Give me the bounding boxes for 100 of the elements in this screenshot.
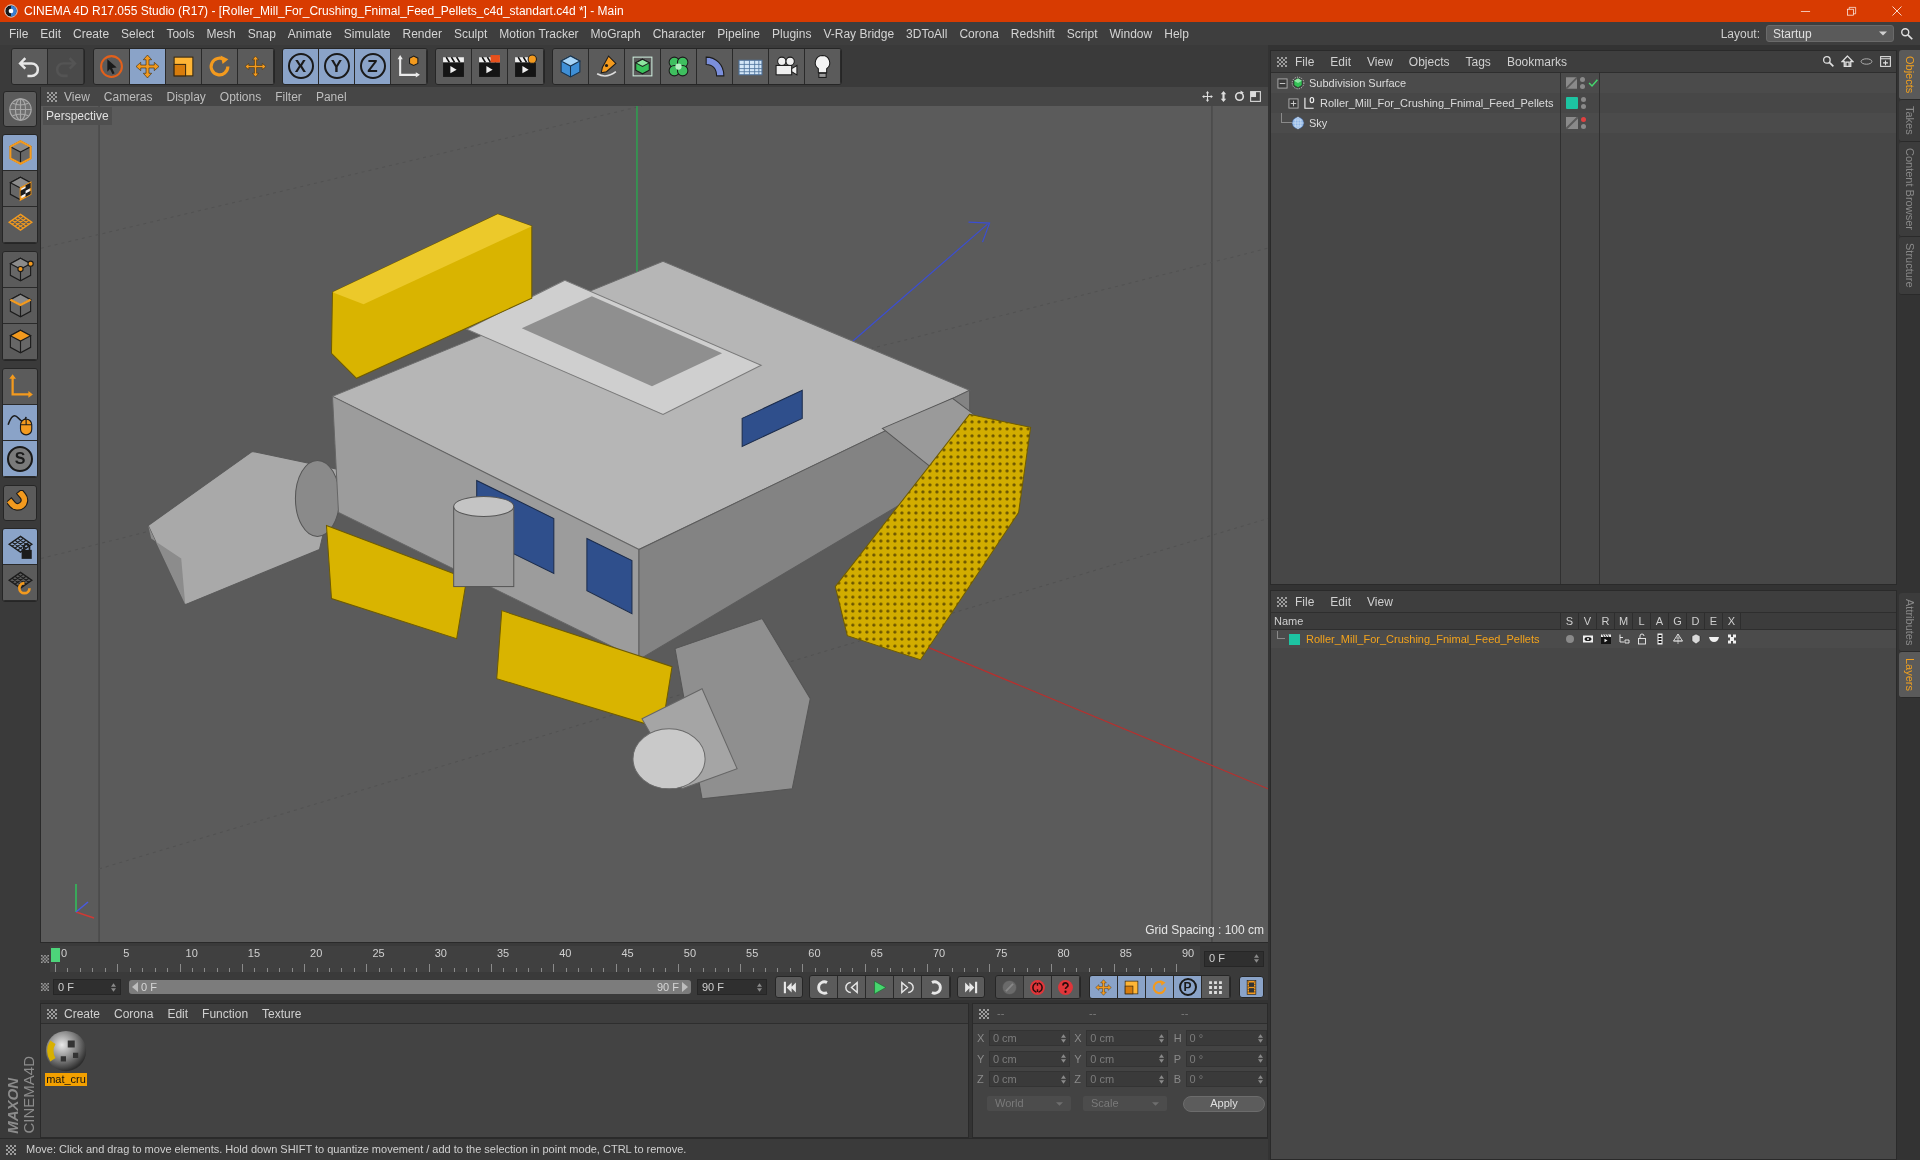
timeline-ruler[interactable]: 0 5 10 15 20 25 30 35 40 45 50 55 60 65 70 75 80 85 90 — [50, 945, 1200, 972]
axis-mode-button[interactable] — [3, 369, 37, 405]
undo-button[interactable] — [12, 48, 48, 84]
move-tool-button[interactable] — [130, 48, 166, 84]
menu-item[interactable]: Edit — [34, 24, 68, 43]
material-menu-item[interactable]: Edit — [160, 1004, 196, 1023]
previous-frame-button[interactable] — [838, 976, 866, 998]
solo-dot-icon[interactable] — [1564, 633, 1576, 645]
edges-mode-button[interactable] — [3, 288, 37, 324]
workplane-mode-button[interactable] — [3, 207, 37, 243]
layer-column-header[interactable]: X — [1723, 613, 1741, 629]
rotate-tool-button[interactable] — [202, 48, 238, 84]
close-icon[interactable] — [1891, 5, 1903, 17]
layer-column-header[interactable]: R — [1597, 613, 1615, 629]
menu-item[interactable]: Mesh — [200, 24, 242, 43]
layer-column-header[interactable]: S — [1561, 613, 1579, 629]
check-icon[interactable] — [1588, 78, 1599, 88]
maximize-view-icon[interactable] — [1249, 90, 1262, 103]
menu-item[interactable]: Script — [1060, 24, 1104, 43]
layer-column-header[interactable]: L — [1633, 613, 1651, 629]
object-menu-item[interactable]: Tags — [1457, 52, 1499, 71]
transform-tool-button[interactable] — [238, 48, 274, 84]
menu-item[interactable]: Corona — [953, 24, 1005, 43]
layer-color-swatch-icon[interactable] — [1566, 97, 1578, 109]
soft-selection-button[interactable]: S — [3, 441, 37, 477]
viewport-menu-item[interactable]: Display — [159, 87, 213, 106]
tweak-mode-button[interactable] — [3, 405, 37, 441]
play-button[interactable] — [866, 976, 894, 998]
hexagon-icon[interactable] — [1690, 633, 1702, 645]
clapperboard-icon[interactable] — [1600, 633, 1612, 645]
next-frame-button[interactable] — [894, 976, 922, 998]
lock-workplane-button[interactable] — [3, 529, 37, 565]
parameter-key-button[interactable]: P — [1174, 976, 1202, 998]
subdivision-button[interactable] — [625, 48, 661, 84]
start-frame-field[interactable]: 0 F — [53, 979, 121, 995]
cross-shape-icon[interactable] — [1726, 633, 1738, 645]
object-menu-item[interactable]: Bookmarks — [1498, 52, 1575, 71]
material-menu-item[interactable]: Texture — [255, 1004, 309, 1023]
playhead-marker[interactable] — [51, 947, 60, 962]
camera-button[interactable] — [769, 48, 805, 84]
cube-object-button[interactable] — [553, 48, 589, 84]
menu-item[interactable]: Sculpt — [447, 24, 494, 43]
hierarchy-icon[interactable] — [1618, 633, 1630, 645]
menu-item[interactable]: Snap — [241, 24, 282, 43]
viewport-menu-item[interactable]: Filter — [268, 87, 309, 106]
scale-key-button[interactable] — [1118, 976, 1146, 998]
previous-key-button[interactable] — [810, 976, 838, 998]
deformer-button[interactable] — [697, 48, 733, 84]
scale-tool-button[interactable] — [166, 48, 202, 84]
restore-icon[interactable] — [1845, 5, 1857, 17]
material-menu-item[interactable]: Function — [195, 1004, 256, 1023]
layer-menu-item[interactable]: View — [1359, 592, 1401, 611]
menu-item[interactable]: Animate — [281, 24, 338, 43]
menu-item[interactable]: Help — [1158, 24, 1195, 43]
collapse-toggle-icon[interactable] — [1277, 77, 1288, 89]
layout-dropdown[interactable]: Startup — [1766, 25, 1894, 42]
viewport-menu-item[interactable]: Panel — [308, 87, 354, 106]
autokey-button[interactable] — [1024, 976, 1052, 998]
range-end-handle-icon[interactable] — [682, 982, 688, 992]
menu-item[interactable]: Plugins — [766, 24, 818, 43]
layer-column-header[interactable]: V — [1579, 613, 1597, 629]
material-ball-icon[interactable] — [45, 1030, 87, 1072]
search-icon[interactable] — [1900, 26, 1914, 41]
polygons-mode-button[interactable] — [3, 324, 37, 360]
layer-color-swatch-icon[interactable] — [1289, 633, 1300, 645]
menu-item[interactable]: Character — [646, 24, 712, 43]
model-mode-button[interactable] — [3, 135, 37, 171]
material-name[interactable]: mat_cru — [45, 1073, 87, 1086]
go-to-start-button[interactable] — [775, 976, 803, 998]
coordinate-system-button[interactable] — [391, 48, 427, 84]
layer-column-header[interactable]: A — [1651, 613, 1669, 629]
floor-button[interactable] — [733, 48, 769, 84]
viewport-menu-item[interactable]: Options — [212, 87, 269, 106]
axis-lock-button[interactable]: Z — [355, 48, 391, 84]
go-to-end-button[interactable] — [957, 976, 985, 998]
expand-toggle-icon[interactable] — [1288, 97, 1299, 109]
current-frame-field[interactable]: 0 F — [1204, 950, 1264, 967]
axis-lock-button[interactable]: X — [283, 48, 319, 84]
eye-icon[interactable] — [1582, 633, 1594, 645]
oval-icon[interactable] — [1860, 55, 1873, 68]
render-view-button[interactable] — [436, 48, 472, 84]
end-frame-field[interactable]: 90 F — [697, 979, 767, 995]
layer-menu-item[interactable]: File — [1287, 592, 1323, 611]
padlock-icon[interactable] — [1636, 633, 1648, 645]
orbit-icon[interactable] — [1233, 90, 1246, 103]
camera-label[interactable]: Perspective — [43, 107, 112, 125]
cloner-button[interactable] — [661, 48, 697, 84]
range-start-handle-icon[interactable] — [132, 982, 138, 992]
new-panel-icon[interactable] — [1879, 55, 1892, 68]
layer-column-header[interactable]: E — [1705, 613, 1723, 629]
menu-item[interactable]: Pipeline — [711, 24, 767, 43]
layer-column-header[interactable]: G — [1669, 613, 1687, 629]
search-icon[interactable] — [1822, 55, 1835, 68]
home-icon[interactable] — [1841, 55, 1854, 68]
object-menu-item[interactable]: File — [1287, 52, 1323, 71]
menu-item[interactable]: 3DToAll — [900, 24, 954, 43]
object-menu-item[interactable]: View — [1359, 52, 1401, 71]
layer-menu-item[interactable]: Edit — [1322, 592, 1360, 611]
pen-tool-button[interactable] — [589, 48, 625, 84]
menu-item[interactable]: Select — [115, 24, 161, 43]
